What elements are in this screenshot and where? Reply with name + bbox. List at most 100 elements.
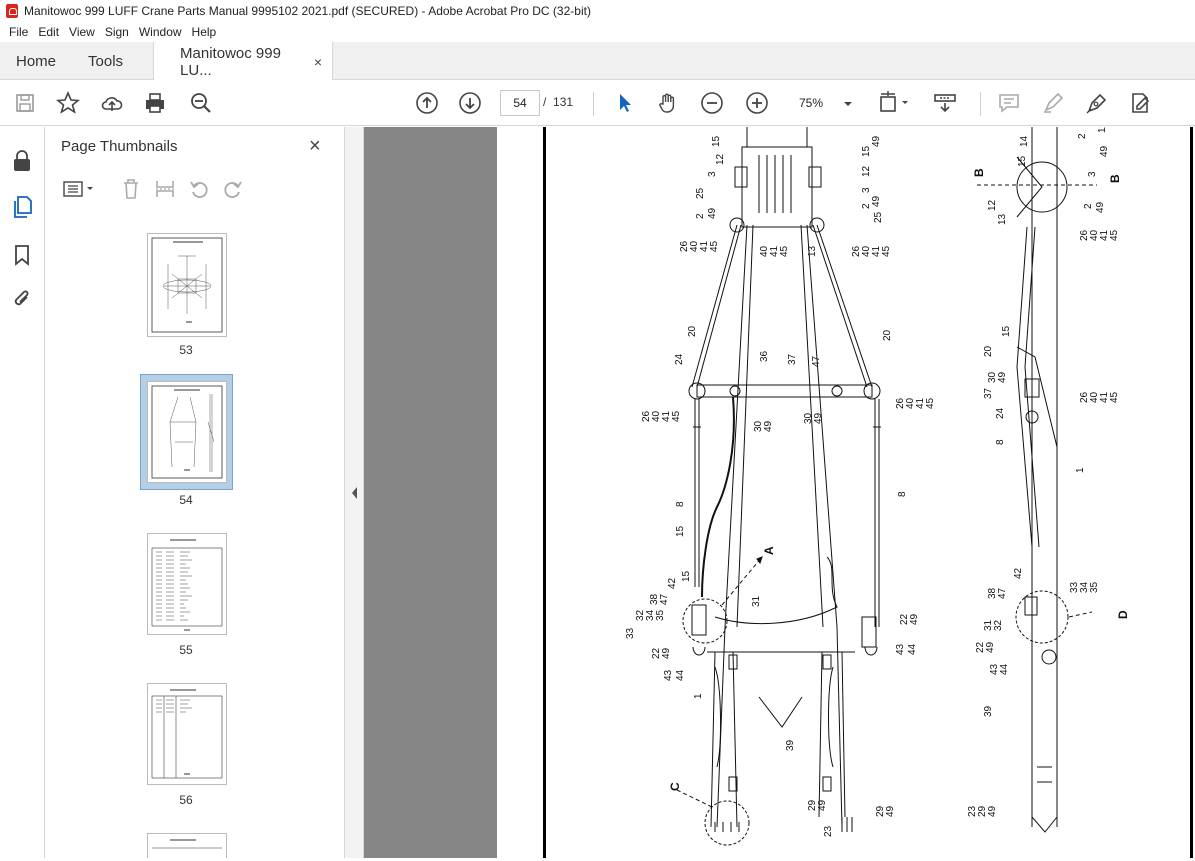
svg-text:25: 25 [695,187,706,199]
attachments-paperclip-icon[interactable] [10,287,34,311]
svg-text:20: 20 [983,345,994,357]
delete-page-icon[interactable] [119,177,143,201]
svg-text:43: 43 [663,669,674,681]
svg-text:2: 2 [1083,203,1094,209]
tab-bar: Home Tools Manitowoc 999 LU... × [0,42,1195,81]
scrolling-mode-icon[interactable] [932,90,958,116]
svg-text:15: 15 [711,135,722,147]
chevron-down-icon [843,96,853,110]
svg-text:37: 37 [983,387,994,399]
rotate-clockwise-icon[interactable] [221,177,245,201]
svg-text:49: 49 [817,799,828,811]
thumbnail-page-53[interactable] [147,233,227,337]
bookmarks-icon[interactable] [10,243,34,267]
svg-text:12: 12 [715,153,726,165]
menu-file[interactable]: File [9,25,28,39]
page-separator: / [543,95,547,109]
svg-text:33: 33 [625,627,636,639]
svg-text:44: 44 [675,669,686,681]
page-number-input[interactable]: 54 [500,90,540,116]
svg-text:15: 15 [681,570,692,582]
tab-home[interactable]: Home [0,42,72,80]
tab-close-icon[interactable]: × [314,54,322,70]
menu-window[interactable]: Window [139,25,182,39]
thumbnail-options-icon[interactable] [61,177,97,201]
menu-sign[interactable]: Sign [105,25,129,39]
print-icon[interactable] [142,90,168,116]
svg-text:45: 45 [709,240,720,252]
document-view[interactable]: 15 12 3 25 2 49 26 40 41 45 40 41 45 13 … [364,127,1195,858]
lock-icon[interactable] [10,149,34,173]
svg-text:45: 45 [671,410,682,422]
thumbnail-page-56[interactable] [147,683,227,785]
thumbnails-panel: Page Thumbnails × 53 54 55 56 [45,127,383,858]
svg-text:20: 20 [882,329,893,341]
upload-cloud-icon[interactable] [99,90,125,116]
svg-text:35: 35 [1089,581,1100,593]
svg-text:35: 35 [655,609,666,621]
thumbnail-page-55[interactable] [147,533,227,635]
panel-close-icon[interactable]: × [309,135,321,158]
acrobat-pdf-icon [6,4,18,18]
pdf-page: 15 12 3 25 2 49 26 40 41 45 40 41 45 13 … [497,127,1195,858]
svg-text:36: 36 [759,350,770,362]
panel-collapse-handle[interactable] [345,127,364,858]
svg-text:14: 14 [1019,135,1030,147]
svg-text:B: B [972,168,986,177]
menu-help[interactable]: Help [192,25,217,39]
svg-text:2: 2 [1077,133,1088,139]
svg-text:45: 45 [881,245,892,257]
svg-text:24: 24 [995,407,1006,419]
svg-text:3: 3 [861,187,872,193]
svg-text:13: 13 [807,245,818,257]
tab-tools[interactable]: Tools [72,42,139,80]
zoom-out-icon[interactable] [699,90,725,116]
hand-tool-icon[interactable] [655,90,681,116]
thumbnail-label: 54 [179,493,193,507]
svg-text:20: 20 [687,325,698,337]
svg-text:39: 39 [983,705,994,717]
zoom-level-select[interactable]: 75% [787,90,859,116]
menu-edit[interactable]: Edit [38,25,59,39]
svg-text:39: 39 [785,739,796,751]
next-page-icon[interactable] [457,90,483,116]
svg-text:3: 3 [1087,171,1098,177]
thumbnail-label: 56 [179,793,193,807]
rotate-counterclockwise-icon[interactable] [187,177,211,201]
svg-text:49: 49 [985,641,996,653]
draw-pen-icon[interactable] [1084,90,1110,116]
thumbnail-list: 53 54 55 56 [45,217,330,858]
svg-text:49: 49 [871,195,882,207]
tab-document[interactable]: Manitowoc 999 LU... × [153,42,334,81]
page-total-number: 131 [553,95,574,109]
menu-view[interactable]: View [69,25,95,39]
svg-text:49: 49 [1095,201,1106,213]
svg-text:C: C [668,782,682,791]
svg-text:31: 31 [751,595,762,607]
thumbnail-page-57[interactable] [147,833,227,858]
panel-toolbar [57,173,337,205]
previous-page-icon[interactable] [414,90,440,116]
highlight-pen-icon[interactable] [1040,90,1066,116]
svg-text:49: 49 [763,420,774,432]
thumbnail-page-54[interactable] [147,381,227,483]
page-fit-icon[interactable] [876,90,912,116]
comment-icon[interactable] [996,90,1022,116]
svg-text:37: 37 [787,353,798,365]
svg-text:D: D [1116,610,1130,619]
page-thumbnails-icon[interactable] [10,195,34,219]
zoom-search-icon[interactable] [188,90,214,116]
edit-document-icon[interactable] [1127,90,1153,116]
extract-pages-icon[interactable] [153,177,177,201]
svg-text:11: 11 [1097,127,1108,133]
svg-text:8: 8 [995,439,1006,445]
svg-text:49: 49 [871,135,882,147]
svg-text:2: 2 [695,213,706,219]
zoom-in-icon[interactable] [744,90,770,116]
svg-text:25: 25 [873,211,884,223]
bookmark-star-icon[interactable] [55,90,81,116]
svg-text:44: 44 [907,643,918,655]
select-cursor-icon[interactable] [612,90,638,116]
page-total: / 131 [543,95,573,109]
save-icon[interactable] [12,90,38,116]
